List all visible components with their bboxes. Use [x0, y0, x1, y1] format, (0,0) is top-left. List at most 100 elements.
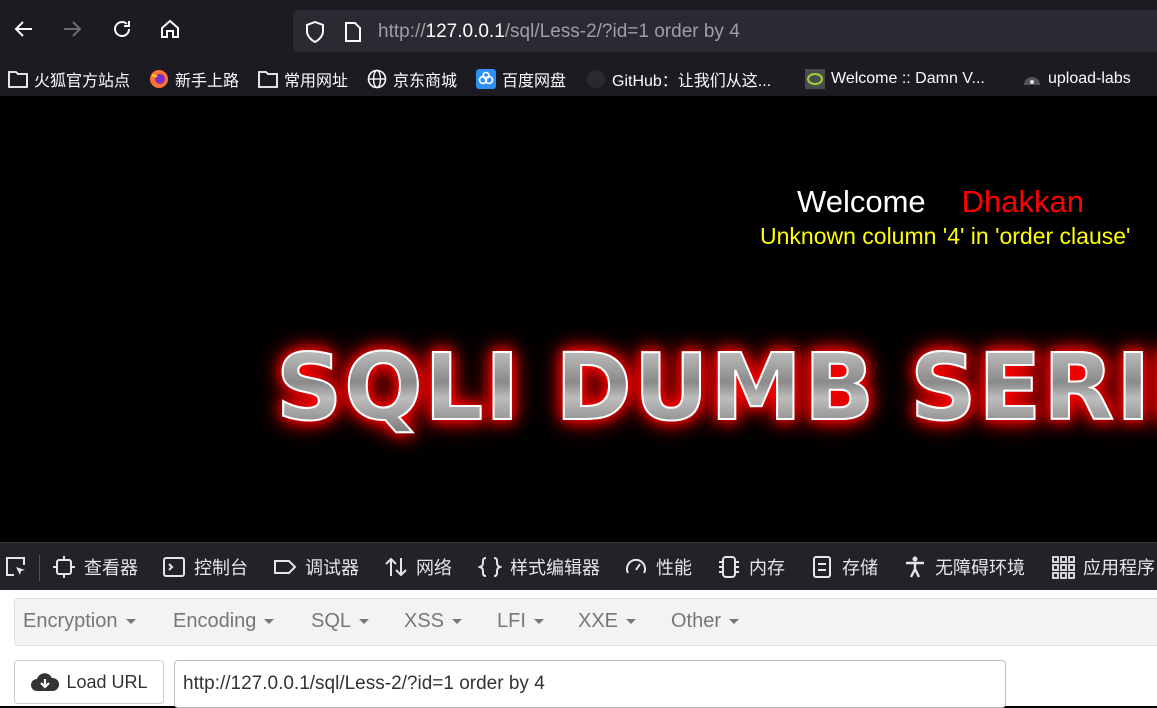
bookmark-jd[interactable]: 京东商城 — [367, 68, 457, 90]
baidu-cloud-icon — [476, 69, 496, 89]
welcome-text: Welcome — [797, 184, 926, 219]
tab-console[interactable]: 控制台 — [162, 555, 248, 579]
caret-down-icon — [359, 619, 370, 625]
hackbar-url-input[interactable]: http://127.0.0.1/sql/Less-2/?id=1 order … — [174, 660, 1006, 708]
tab-label: 应用程序 — [1083, 558, 1155, 578]
page-content: Welcome Dhakkan Unknown column '4' in 'or… — [0, 96, 1157, 542]
tab-memory[interactable]: 内存 — [717, 555, 785, 579]
menu-label: XSS — [404, 610, 445, 632]
browser-toolbar: http://127.0.0.1/sql/Less-2/?id=1 order … — [0, 0, 1157, 62]
bookmark-github[interactable]: GitHub：让我们从这... — [586, 68, 771, 90]
bookmark-upload-labs[interactable]: upload-labs — [1022, 68, 1131, 90]
bookmark-common-sites[interactable]: 常用网址 — [258, 68, 348, 90]
tab-label: 样式编辑器 — [510, 558, 600, 578]
bookmark-label: 常用网址 — [284, 73, 349, 90]
bookmark-label: 百度网盘 — [502, 73, 567, 90]
load-url-button[interactable]: Load URL — [14, 660, 164, 704]
application-icon — [1051, 555, 1075, 579]
sql-error-message: Unknown column '4' in 'order clause' — [760, 223, 1131, 249]
url-prefix: http:// — [378, 21, 426, 42]
tab-label: 存储 — [842, 558, 878, 578]
tab-accessibility[interactable]: 无障碍环境 — [903, 555, 1025, 579]
reload-icon — [114, 21, 130, 37]
tab-network[interactable]: 网络 — [384, 555, 452, 579]
sqli-banner: SQLI DUMB SERIES — [275, 333, 1157, 442]
upload-labs-icon — [1022, 69, 1042, 89]
tab-label: 查看器 — [84, 558, 138, 578]
tab-label: 网络 — [416, 558, 452, 578]
folder-icon — [8, 69, 28, 89]
menu-xxe[interactable]: XXE — [578, 610, 637, 633]
load-url-label: Load URL — [66, 671, 148, 692]
bookmark-dvwa[interactable]: Welcome :: Damn V... — [805, 68, 985, 90]
menu-other[interactable]: Other — [671, 610, 740, 633]
url-host: 127.0.0.1 — [425, 21, 505, 42]
tab-application[interactable]: 应用程序 — [1051, 555, 1155, 579]
menu-lfi[interactable]: LFI — [497, 610, 544, 633]
home-button[interactable] — [155, 14, 185, 44]
bookmark-label: GitHub：让我们从这... — [612, 73, 772, 90]
inspector-icon — [52, 555, 76, 579]
page-info-icon[interactable] — [345, 22, 361, 47]
pick-element-icon — [4, 555, 28, 579]
toolbar-divider — [39, 555, 40, 581]
firefox-icon — [149, 69, 169, 89]
welcome-line: Welcome Dhakkan — [797, 184, 1084, 220]
bookmark-baidu-pan[interactable]: 百度网盘 — [476, 68, 566, 90]
caret-down-icon — [125, 619, 136, 625]
tab-debugger[interactable]: 调试器 — [273, 555, 359, 579]
storage-icon — [810, 555, 834, 579]
menu-label: Other — [671, 610, 722, 632]
address-text[interactable]: http://127.0.0.1/sql/Less-2/?id=1 order … — [378, 21, 740, 43]
bookmark-label: upload-labs — [1048, 70, 1131, 87]
address-bar[interactable]: http://127.0.0.1/sql/Less-2/?id=1 order … — [293, 10, 1157, 52]
tab-label: 无障碍环境 — [935, 558, 1025, 578]
tab-label: 调试器 — [305, 558, 359, 578]
user-name: Dhakkan — [961, 184, 1084, 219]
menu-sql[interactable]: SQL — [311, 610, 370, 633]
globe-icon — [367, 69, 387, 89]
bookmarks-toolbar: 火狐官方站点 新手上路 常用网址 京东商城 百度网盘 GitHub：让我们从这.… — [0, 62, 1157, 96]
menu-xss[interactable]: XSS — [404, 610, 463, 633]
menu-label: XXE — [578, 610, 619, 632]
network-icon — [384, 555, 408, 579]
bookmark-firefox-official[interactable]: 火狐官方站点 — [8, 68, 130, 90]
bookmark-label: 新手上路 — [175, 73, 240, 90]
menu-encoding[interactable]: Encoding — [173, 610, 275, 633]
arrow-right-icon — [64, 21, 82, 37]
bookmark-label: 火狐官方站点 — [34, 73, 131, 90]
tab-label: 性能 — [656, 558, 692, 578]
cloud-download-icon — [30, 671, 60, 693]
github-icon — [586, 69, 606, 89]
menu-encryption[interactable]: Encryption — [23, 610, 136, 633]
debugger-icon — [273, 555, 297, 579]
tab-inspector[interactable]: 查看器 — [52, 555, 138, 579]
devtools-toolbar: 查看器 控制台 调试器 网络 样式编辑器 性能 内存 存储 无障碍环境 应用程序 — [0, 542, 1157, 591]
forward-button[interactable] — [57, 14, 87, 44]
arrow-left-icon — [14, 21, 32, 37]
accessibility-icon — [903, 555, 927, 579]
tab-label: 控制台 — [194, 558, 248, 578]
reload-button[interactable] — [107, 14, 137, 44]
memory-icon — [717, 555, 741, 579]
back-button[interactable] — [9, 14, 39, 44]
performance-icon — [624, 555, 648, 579]
bookmark-label: 京东商城 — [393, 73, 458, 90]
bookmark-label: Welcome :: Damn V... — [831, 70, 985, 87]
style-editor-icon — [478, 555, 502, 579]
menu-label: Encoding — [173, 610, 257, 632]
caret-down-icon — [533, 619, 544, 625]
shield-icon[interactable] — [305, 20, 325, 48]
dvwa-icon — [805, 69, 825, 89]
tab-storage[interactable]: 存储 — [810, 555, 878, 579]
tab-performance[interactable]: 性能 — [624, 555, 692, 579]
hackbar-menu: Encryption Encoding SQL XSS LFI XXE Othe… — [14, 598, 1157, 646]
bookmark-getting-started[interactable]: 新手上路 — [149, 68, 239, 90]
menu-label: SQL — [311, 610, 352, 632]
tab-style-editor[interactable]: 样式编辑器 — [478, 555, 600, 579]
caret-down-icon — [626, 619, 637, 625]
menu-label: Encryption — [23, 610, 118, 632]
element-picker-button[interactable] — [4, 555, 36, 579]
caret-down-icon — [729, 619, 740, 625]
url-path: /sql/Less-2/?id=1 order by 4 — [504, 21, 740, 42]
